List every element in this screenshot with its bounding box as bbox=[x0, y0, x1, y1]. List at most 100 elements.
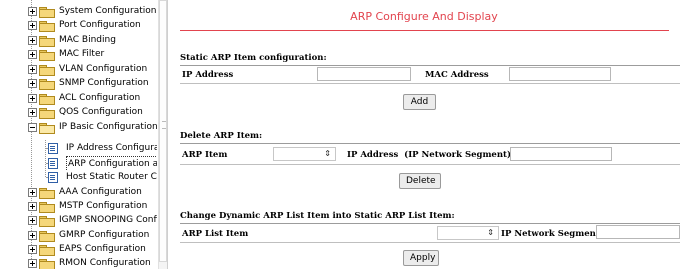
sidebar-item-label: GMRP Configuration bbox=[59, 230, 150, 240]
sidebar-item-mac-binding[interactable]: MAC Binding bbox=[28, 33, 157, 47]
folder-icon bbox=[39, 94, 55, 105]
sidebar-item-label: IP Basic Configuration bbox=[59, 122, 157, 132]
sidebar-item-label: ACL Configuration bbox=[59, 93, 141, 103]
delete-button[interactable]: Delete bbox=[399, 173, 441, 189]
sidebar-item-label: MAC Filter bbox=[59, 49, 105, 59]
section-divider bbox=[180, 65, 680, 66]
folder-icon bbox=[39, 65, 55, 76]
sidebar-item-label: IP Address Configurati bbox=[66, 143, 157, 153]
sidebar-item-label: VLAN Configuration bbox=[59, 64, 148, 74]
plus-expander-icon[interactable] bbox=[28, 65, 37, 74]
sidebar-item-label: SNMP Configuration bbox=[59, 78, 149, 88]
arp-list-item-label: ARP List Item bbox=[182, 229, 249, 239]
plus-expander-icon[interactable] bbox=[28, 36, 37, 45]
add-button[interactable]: Add bbox=[403, 94, 436, 110]
plus-expander-icon[interactable] bbox=[28, 231, 37, 240]
sidebar-item-vlan-configuration[interactable]: VLAN Configuration bbox=[28, 62, 157, 76]
sidebar-item-label: Host Static Router Co bbox=[66, 172, 157, 182]
ip-address-segment-label: IP Address (IP Network Segment) bbox=[347, 150, 511, 160]
ip-address-label: IP Address bbox=[182, 70, 234, 80]
page-icon bbox=[48, 172, 58, 183]
row-divider bbox=[180, 164, 680, 165]
sidebar-item-eaps-configuration[interactable]: EAPS Configuration bbox=[28, 242, 157, 256]
folder-icon bbox=[39, 245, 55, 256]
navigation-tree-panel: System Configuration Port Configuration … bbox=[0, 0, 168, 269]
plus-expander-icon[interactable] bbox=[28, 7, 37, 16]
section-divider bbox=[180, 223, 680, 224]
sidebar-item-label: IGMP SNOOPING Config bbox=[59, 215, 157, 225]
folder-icon bbox=[39, 202, 55, 213]
plus-expander-icon[interactable] bbox=[28, 79, 37, 88]
page-title: ARP Configure And Display bbox=[350, 10, 498, 23]
sidebar-item-label: RMON Configuration bbox=[59, 258, 151, 268]
section-divider bbox=[180, 143, 680, 144]
change-arp-section-title: Change Dynamic ARP List Item into Static… bbox=[180, 211, 455, 221]
plus-expander-icon[interactable] bbox=[28, 259, 37, 268]
mac-address-input[interactable] bbox=[509, 67, 611, 81]
sidebar-item-label: AAA Configuration bbox=[59, 187, 142, 197]
scrollbar-thumb[interactable] bbox=[159, 0, 167, 262]
folder-icon bbox=[39, 50, 55, 61]
sidebar-item-ip-address-configuration[interactable]: IP Address Configurati bbox=[48, 141, 157, 155]
folder-icon bbox=[39, 79, 55, 90]
sidebar-item-label: MSTP Configuration bbox=[59, 201, 148, 211]
plus-expander-icon[interactable] bbox=[28, 188, 37, 197]
sidebar-item-rmon-configuration[interactable]: RMON Configuration bbox=[28, 256, 157, 269]
apply-button[interactable]: Apply bbox=[403, 250, 439, 266]
sidebar-item-gmrp-configuration[interactable]: GMRP Configuration bbox=[28, 228, 157, 242]
sidebar-item-label: MAC Binding bbox=[59, 35, 116, 45]
sidebar-item-label: QOS Configuration bbox=[59, 107, 143, 117]
sidebar-item-label: System Configuration bbox=[59, 6, 157, 16]
main-content: ARP Configure And Display Static ARP Ite… bbox=[168, 0, 680, 269]
sidebar-item-system-configuration[interactable]: System Configuration bbox=[28, 4, 157, 18]
row-divider bbox=[180, 242, 680, 243]
sidebar-item-acl-configuration[interactable]: ACL Configuration bbox=[28, 91, 157, 105]
ip-address-input[interactable] bbox=[317, 67, 411, 81]
arp-item-select[interactable]: ⇕ bbox=[273, 147, 336, 161]
sidebar-item-label: EAPS Configuration bbox=[59, 244, 146, 254]
folder-icon bbox=[39, 216, 55, 227]
plus-expander-icon[interactable] bbox=[28, 21, 37, 30]
sidebar-item-host-static-router[interactable]: Host Static Router Co bbox=[48, 170, 157, 184]
ip-network-segment-label: IP Network Segment bbox=[501, 229, 600, 239]
plus-expander-icon[interactable] bbox=[28, 202, 37, 211]
sidebar-item-igmp-snooping[interactable]: IGMP SNOOPING Config bbox=[28, 213, 157, 227]
page-icon bbox=[48, 143, 58, 154]
minus-expander-icon[interactable] bbox=[28, 123, 37, 132]
folder-icon bbox=[39, 7, 55, 18]
folder-icon bbox=[39, 259, 55, 269]
sidebar-item-label: Port Configuration bbox=[59, 20, 141, 30]
folder-icon bbox=[39, 108, 55, 119]
sidebar-item-label: ARP Configuration and bbox=[66, 156, 157, 170]
sidebar-item-arp-configuration[interactable]: ARP Configuration and bbox=[48, 156, 157, 170]
sidebar-item-qos-configuration[interactable]: QOS Configuration bbox=[28, 105, 157, 119]
sidebar-scrollbar[interactable] bbox=[158, 0, 167, 269]
arp-list-item-select[interactable]: ⇕ bbox=[437, 226, 499, 240]
plus-expander-icon[interactable] bbox=[28, 94, 37, 103]
plus-expander-icon[interactable] bbox=[28, 216, 37, 225]
folder-icon bbox=[39, 36, 55, 47]
row-divider bbox=[180, 83, 680, 84]
plus-expander-icon[interactable] bbox=[28, 50, 37, 59]
delete-arp-section-title: Delete ARP Item: bbox=[180, 131, 263, 141]
plus-expander-icon[interactable] bbox=[28, 245, 37, 254]
sidebar-item-aaa-configuration[interactable]: AAA Configuration bbox=[28, 185, 157, 199]
plus-expander-icon[interactable] bbox=[28, 108, 37, 117]
folder-icon bbox=[39, 188, 55, 199]
title-divider bbox=[180, 30, 669, 31]
folder-icon bbox=[39, 231, 55, 242]
arp-item-label: ARP Item bbox=[182, 150, 228, 160]
open-folder-icon bbox=[39, 123, 55, 134]
up-down-arrow-icon: ⇕ bbox=[487, 228, 494, 237]
up-down-arrow-icon: ⇕ bbox=[324, 149, 331, 158]
sidebar-item-mstp-configuration[interactable]: MSTP Configuration bbox=[28, 199, 157, 213]
ip-network-segment-input[interactable] bbox=[596, 225, 680, 239]
sidebar-item-port-configuration[interactable]: Port Configuration bbox=[28, 18, 157, 32]
scrollbar-grip-icon bbox=[162, 121, 166, 129]
static-arp-section-title: Static ARP Item configuration: bbox=[180, 53, 327, 63]
sidebar-item-ip-basic-configuration[interactable]: IP Basic Configuration bbox=[28, 120, 157, 134]
delete-ip-address-input[interactable] bbox=[510, 147, 612, 161]
folder-icon bbox=[39, 21, 55, 32]
sidebar-item-mac-filter[interactable]: MAC Filter bbox=[28, 47, 157, 61]
sidebar-item-snmp-configuration[interactable]: SNMP Configuration bbox=[28, 76, 157, 90]
